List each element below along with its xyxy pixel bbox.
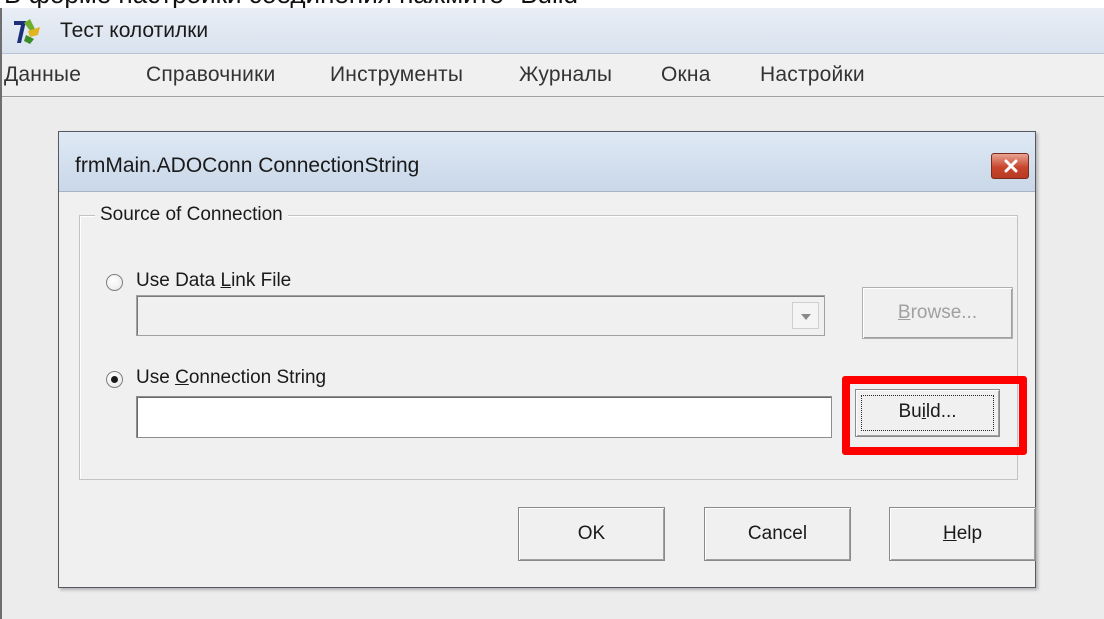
chevron-down-icon (801, 314, 811, 320)
cancel-button[interactable]: Cancel (704, 507, 851, 561)
combo-dropdown-button[interactable] (792, 302, 819, 329)
instruction-caption-text: В форме настройки соединения нажмите "Bu… (4, 0, 587, 8)
use-connection-string-label[interactable]: Use Connection String (136, 367, 326, 389)
menu-item-tools[interactable]: Инструменты (330, 63, 463, 87)
app-title: Тест колотилки (60, 19, 209, 42)
data-link-file-combo[interactable] (136, 295, 825, 336)
use-data-link-file-radio[interactable] (106, 274, 123, 291)
button-label: elp (956, 523, 983, 544)
app-titlebar: Тест колотилки (2, 8, 1104, 54)
close-icon (1004, 159, 1018, 173)
connection-string-input[interactable] (136, 396, 832, 438)
accelerator-key: B (897, 302, 911, 323)
use-connection-string-radio[interactable] (106, 371, 123, 388)
label-part: Use Data (136, 270, 221, 291)
label-part: onnection String (188, 367, 327, 388)
label-part: Use (136, 367, 176, 388)
ok-button[interactable]: OK (518, 507, 665, 561)
accelerator-key: H (942, 523, 957, 544)
menubar: Данные Справочники Инструменты Журналы О… (2, 55, 1104, 97)
menu-item-windows[interactable]: Окна (661, 63, 711, 87)
dialog-close-button[interactable] (991, 153, 1029, 179)
button-label: rowse... (910, 302, 978, 323)
app-logo-icon (12, 17, 42, 45)
menu-item-references[interactable]: Справочники (146, 63, 275, 87)
build-button[interactable]: Build... (855, 389, 1000, 437)
browse-button[interactable]: Browse... (862, 287, 1013, 339)
instruction-caption: В форме настройки соединения нажмите "Bu… (0, 0, 1104, 8)
help-button[interactable]: Help (889, 507, 1036, 561)
menu-item-data[interactable]: Данные (4, 63, 81, 87)
connection-string-dialog: frmMain.ADOConn ConnectionString Source … (58, 131, 1036, 588)
dialog-title: frmMain.ADOConn ConnectionString (75, 154, 420, 177)
label-part: ink File (231, 270, 292, 291)
radio-selected-dot (111, 376, 118, 383)
accelerator-key: L (220, 270, 232, 291)
menu-item-journals[interactable]: Журналы (519, 63, 612, 87)
use-data-link-file-label[interactable]: Use Data Link File (136, 270, 291, 292)
focus-rectangle (861, 395, 994, 431)
menu-item-settings[interactable]: Настройки (760, 63, 865, 87)
accelerator-key: C (175, 367, 189, 388)
dialog-titlebar[interactable]: frmMain.ADOConn ConnectionString (59, 132, 1035, 192)
group-legend: Source of Connection (95, 204, 288, 226)
